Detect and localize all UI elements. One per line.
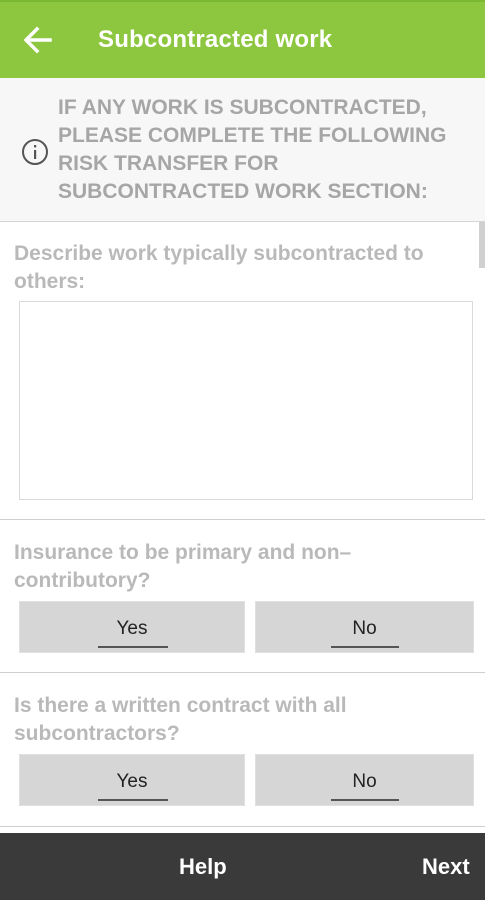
bottom-bar xyxy=(0,833,485,900)
button-underline xyxy=(98,799,168,801)
divider xyxy=(0,826,485,827)
contract-no-button[interactable]: No xyxy=(255,754,474,806)
primary-no-button[interactable]: No xyxy=(255,601,474,653)
button-label: No xyxy=(352,771,377,792)
button-label: No xyxy=(352,618,377,639)
divider xyxy=(0,672,485,673)
info-icon xyxy=(22,139,48,165)
button-underline xyxy=(331,799,399,801)
app-bar: Subcontracted work xyxy=(0,0,485,78)
divider xyxy=(0,519,485,520)
button-label: Yes xyxy=(116,618,148,639)
primary-noncontributory-label: Insurance to be primary and non–contribu… xyxy=(14,541,352,592)
description-label: Describe work typically subcontracted to… xyxy=(14,242,424,293)
next-button[interactable]: Next xyxy=(422,854,470,880)
button-underline xyxy=(98,646,168,648)
contract-yes-button[interactable]: Yes xyxy=(19,754,245,806)
help-button[interactable]: Help xyxy=(179,854,227,880)
primary-yes-button[interactable]: Yes xyxy=(19,601,245,653)
button-label: Yes xyxy=(116,771,148,792)
written-contract-label: Is there a written contract with all sub… xyxy=(14,694,347,745)
notice-text: IF ANY WORK IS SUBCONTRACTED, PLEASE COM… xyxy=(58,96,447,203)
page-title: Subcontracted work xyxy=(98,26,333,53)
description-input[interactable] xyxy=(19,301,473,500)
button-underline xyxy=(331,646,399,648)
arrow-left-icon[interactable] xyxy=(20,22,56,58)
